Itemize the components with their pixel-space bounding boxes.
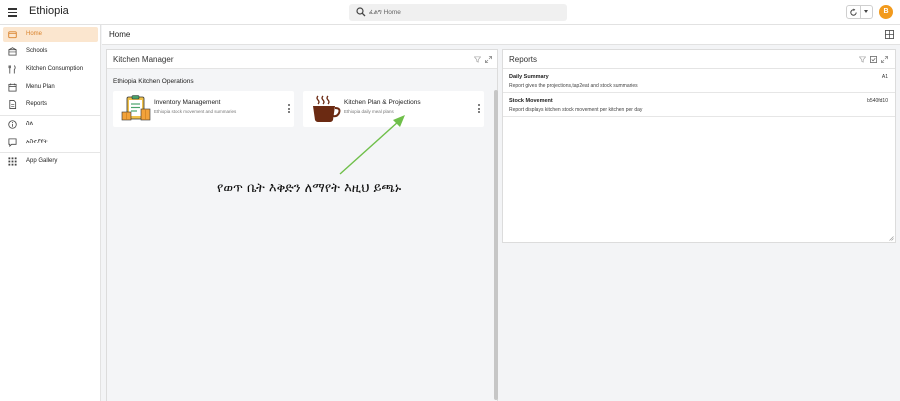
section-subtitle: Ethiopia Kitchen Operations <box>113 78 194 85</box>
sidebar-item-schools[interactable]: Schools <box>3 44 98 59</box>
report-row-stock-movement[interactable]: Stock Movement Report displays kitchen s… <box>503 94 895 117</box>
reports-panel: Reports Daily Summary Report gives the p… <box>502 49 896 243</box>
avatar[interactable]: B <box>879 5 893 19</box>
search-box[interactable] <box>349 4 567 21</box>
layout-grid-icon[interactable] <box>885 30 894 39</box>
report-description: Report gives the projections,tap2eat and… <box>509 83 638 89</box>
filter-icon[interactable] <box>474 56 481 63</box>
chevron-down-icon[interactable] <box>864 10 868 13</box>
clipboard-boxes-icon <box>121 95 151 121</box>
kitchen-manager-panel: Kitchen Manager Ethiopia Kitchen Operati… <box>106 49 498 401</box>
school-icon <box>8 47 17 56</box>
more-options-icon[interactable] <box>288 104 291 114</box>
report-name: Daily Summary <box>509 74 549 80</box>
sidebar-item-label: App Gallery <box>26 157 58 164</box>
checkbox-icon[interactable] <box>870 56 877 63</box>
sidebar-item-reports[interactable]: Reports <box>3 97 98 112</box>
sidebar-item-label: አስተያየት <box>26 138 48 145</box>
scrollbar[interactable] <box>494 90 498 400</box>
card-title: Kitchen Plan & Projections <box>344 99 421 106</box>
filter-icon[interactable] <box>859 56 866 63</box>
panel-title: Kitchen Manager <box>113 55 174 64</box>
info-icon <box>8 120 17 129</box>
report-code: b540fd10 <box>867 98 888 104</box>
sidebar-item-app-gallery[interactable]: App Gallery <box>3 154 98 169</box>
sidebar: Home Schools Kitchen Consumption Menu Pl… <box>0 25 101 401</box>
report-code: A1 <box>881 74 888 80</box>
panel-header: Reports <box>503 50 895 69</box>
sidebar-divider <box>0 152 100 153</box>
annotation-text: የወጥ ቤት እቅድን ለማየት እዚህ ይጫኑ <box>217 181 402 196</box>
app-title: Ethiopia <box>29 5 69 17</box>
sidebar-item-label: Menu Plan <box>26 83 55 90</box>
apps-grid-icon <box>8 157 17 166</box>
search-input[interactable] <box>369 6 559 19</box>
page-title: Home <box>109 30 131 39</box>
hamburger-menu-icon[interactable] <box>8 8 17 17</box>
expand-icon[interactable] <box>881 56 888 63</box>
annotation-arrow-icon <box>339 115 405 175</box>
calendar-icon <box>8 83 17 92</box>
panel-title: Reports <box>509 55 538 64</box>
sidebar-divider <box>0 115 100 116</box>
page-header: Home <box>102 25 900 45</box>
sidebar-item-label: Schools <box>26 47 48 54</box>
search-icon <box>356 7 366 17</box>
home-icon <box>8 31 17 39</box>
report-description: Report displays kitchen stock movement p… <box>509 107 643 113</box>
top-bar: Ethiopia B <box>0 0 900 25</box>
sidebar-item-about[interactable]: ስለ <box>3 117 98 132</box>
sidebar-item-menu-plan[interactable]: Menu Plan <box>3 80 98 95</box>
refresh-button-group[interactable] <box>846 5 873 19</box>
feedback-icon <box>8 138 17 147</box>
app-card-inventory-management[interactable]: Inventory Management Ethiopia stock move… <box>113 91 294 127</box>
panel-header: Kitchen Manager <box>107 50 497 69</box>
sidebar-item-label: ስለ <box>26 120 34 127</box>
sidebar-item-home[interactable]: Home <box>3 27 98 42</box>
utensils-icon <box>8 65 16 74</box>
refresh-icon[interactable] <box>849 8 858 17</box>
report-row-daily-summary[interactable]: Daily Summary Report gives the projectio… <box>503 70 895 93</box>
expand-icon[interactable] <box>485 56 492 63</box>
report-name: Stock Movement <box>509 98 553 104</box>
sidebar-item-label: Kitchen Consumption <box>26 65 84 72</box>
button-separator <box>860 6 861 18</box>
card-description: Ethiopia stock movement and summaries <box>154 109 237 114</box>
document-icon <box>9 100 17 109</box>
sidebar-item-label: Home <box>26 30 43 37</box>
kitchen-manager-body: Ethiopia Kitchen Operations Inventory Ma… <box>107 69 498 401</box>
card-title: Inventory Management <box>154 99 221 106</box>
sidebar-item-label: Reports <box>26 100 48 107</box>
resize-handle-icon[interactable] <box>889 236 894 241</box>
more-options-icon[interactable] <box>478 104 481 114</box>
sidebar-item-kitchen-consumption[interactable]: Kitchen Consumption <box>3 62 98 77</box>
sidebar-item-feedback[interactable]: አስተያየት <box>3 135 98 150</box>
